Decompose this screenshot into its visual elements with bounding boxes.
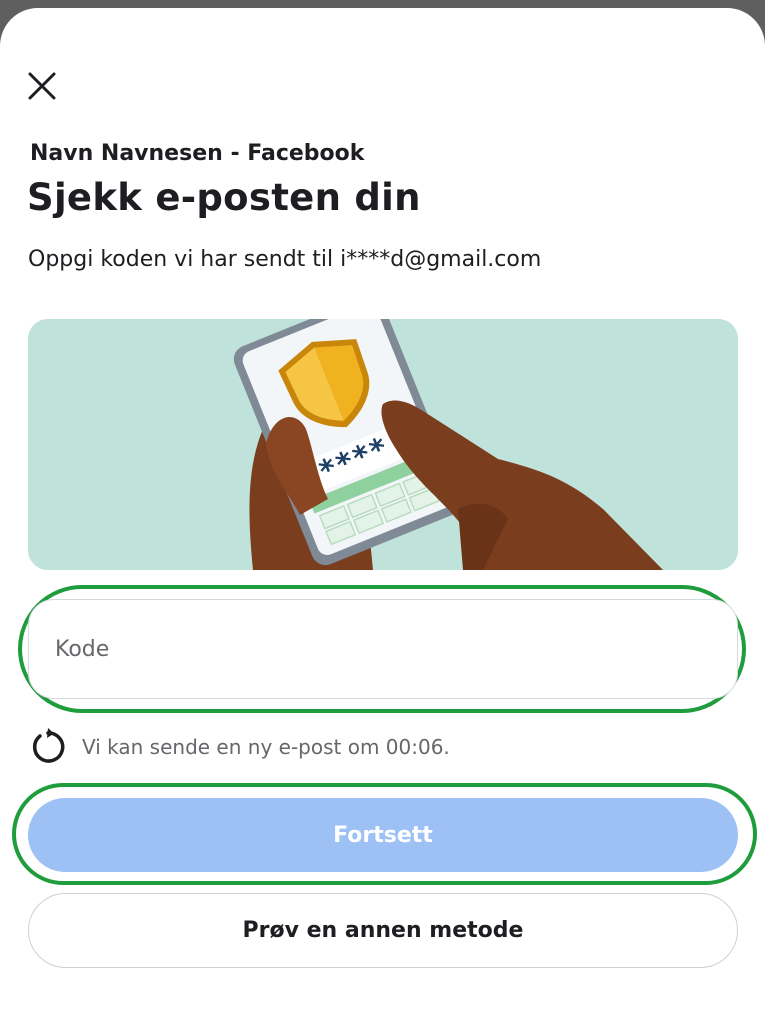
verification-illustration: **** [28, 319, 738, 570]
continue-button[interactable]: Fortsett [28, 798, 738, 872]
page-title: Sjekk e-posten din [27, 176, 421, 219]
resend-row: Vi kan sende en ny e-post om 00:06. [28, 726, 450, 768]
close-button[interactable] [24, 68, 60, 104]
resend-countdown-text: Vi kan sende en ny e-post om 00:06. [82, 735, 450, 759]
code-input[interactable] [29, 600, 737, 698]
try-another-method-label: Prøv en annen metode [242, 918, 524, 943]
try-another-method-button[interactable]: Prøv en annen metode [28, 893, 738, 968]
close-icon [28, 72, 56, 100]
refresh-icon [28, 727, 68, 767]
page-subtitle: Oppgi koden vi har sendt til i****d@gmai… [28, 247, 542, 272]
verification-sheet: Navn Navnesen - Facebook Sjekk e-posten … [0, 8, 765, 1024]
account-name: Navn Navnesen - Facebook [30, 141, 365, 166]
code-field[interactable] [28, 599, 738, 699]
continue-button-label: Fortsett [333, 822, 433, 848]
